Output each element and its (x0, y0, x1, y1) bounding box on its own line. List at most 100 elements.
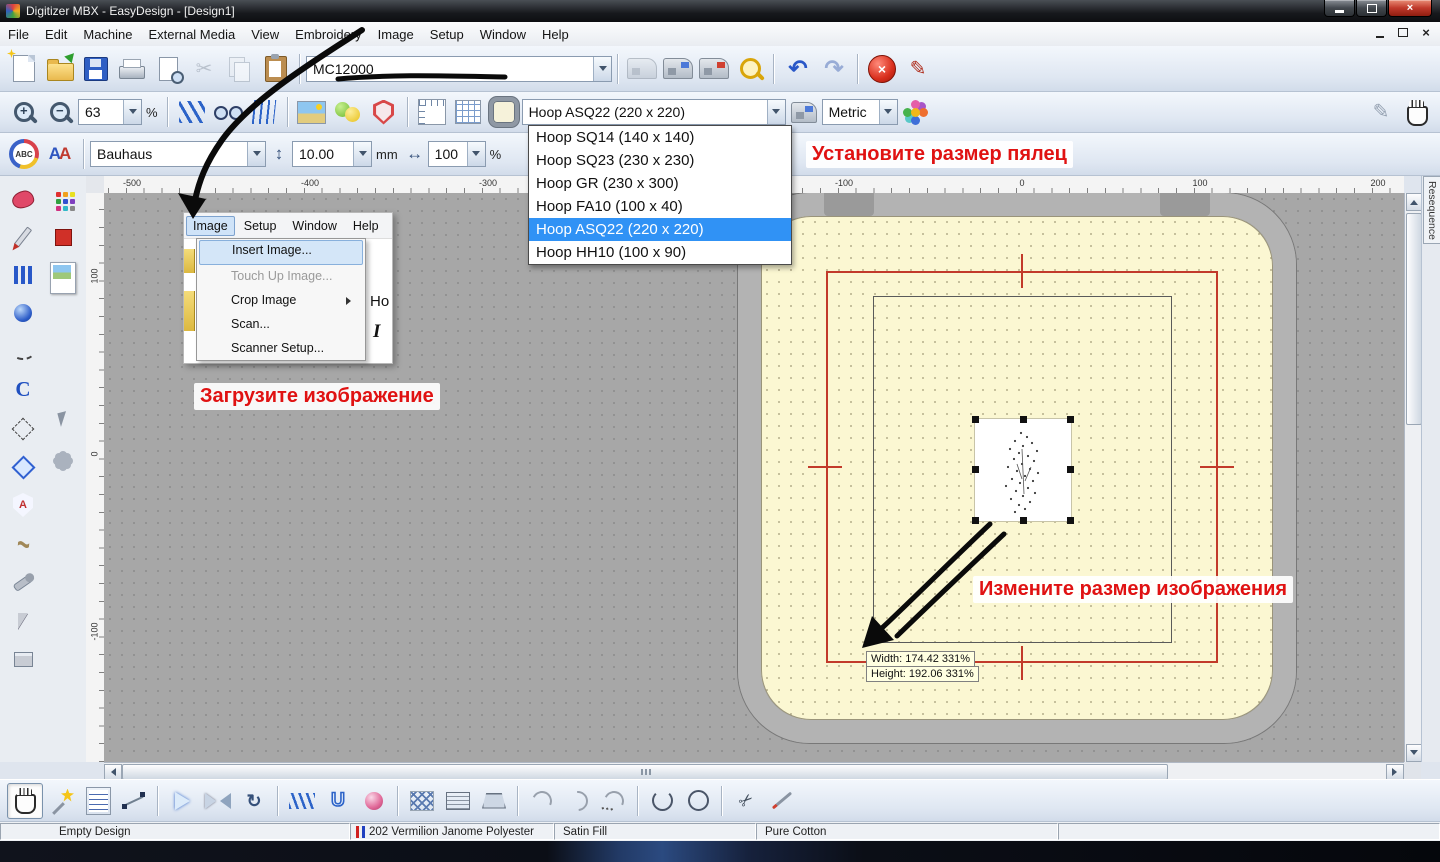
print-preview-icon[interactable] (151, 52, 185, 86)
menu-machine[interactable]: Machine (75, 24, 140, 45)
block-tool-icon[interactable] (6, 642, 40, 676)
mdi-close-button[interactable]: × (1418, 25, 1434, 40)
hoop-toggle-icon[interactable] (487, 95, 521, 129)
resize-handle-ne[interactable] (1067, 416, 1074, 423)
scroll-down-button[interactable] (1406, 744, 1422, 762)
gear-flower-tool-icon[interactable] (46, 444, 80, 478)
menu-embroidery[interactable]: Embroidery (287, 24, 369, 45)
stipple-backstitch-icon[interactable] (561, 784, 595, 818)
grid-toggle-icon[interactable] (451, 95, 485, 129)
hoop-option-gr[interactable]: Hoop GR (230 x 300) (529, 172, 791, 195)
pan-tool-icon[interactable] (7, 783, 43, 819)
lettering-icon[interactable]: A A (43, 137, 77, 171)
menu-setup[interactable]: Setup (422, 24, 472, 45)
letter-height-arrow[interactable] (353, 142, 371, 166)
paste-icon[interactable] (259, 52, 293, 86)
letter-height-combo[interactable]: 10.00 (292, 141, 372, 167)
mdi-minimize-button[interactable] (1372, 25, 1388, 40)
pan-icon[interactable] (1400, 95, 1434, 129)
horizontal-scrollbar[interactable] (104, 762, 1404, 780)
design-centering-icon[interactable] (899, 95, 933, 129)
stipple-stemstitch-icon[interactable] (597, 784, 631, 818)
new-design-icon[interactable] (7, 52, 41, 86)
menu-item-scanner-setup[interactable]: Scanner Setup... (199, 338, 363, 361)
monogramming-icon[interactable]: ABC (7, 137, 41, 171)
ball-object-icon[interactable] (357, 784, 391, 818)
menu-item-touch-up-image[interactable]: Touch Up Image... (199, 266, 363, 289)
hoop-option-hh10[interactable]: Hoop HH10 (100 x 90) (529, 241, 791, 264)
hoop-option-sq23[interactable]: Hoop SQ23 (230 x 230) (529, 149, 791, 172)
overview-window-icon[interactable] (415, 95, 449, 129)
resequence-tab[interactable]: Resequence (1423, 176, 1440, 244)
zoom-out-icon[interactable] (43, 95, 77, 129)
copy-icon[interactable] (223, 52, 257, 86)
design-playback-icon[interactable] (81, 784, 115, 818)
design-information-icon[interactable] (733, 52, 767, 86)
knife-tool-icon[interactable] (6, 604, 40, 638)
resize-handle-e[interactable] (1067, 466, 1074, 473)
menu-image[interactable]: Image (370, 24, 422, 45)
show-artwork-icon[interactable] (295, 95, 329, 129)
trim-icon[interactable]: ✂ (729, 784, 763, 818)
stitch-view-icon[interactable] (211, 95, 245, 129)
color-sequence-tool-icon[interactable] (46, 182, 80, 216)
save-design-icon[interactable] (79, 52, 113, 86)
resize-handle-s[interactable] (1020, 517, 1027, 524)
sphere-tool-icon[interactable] (6, 296, 40, 330)
stitch-player-icon[interactable] (165, 784, 199, 818)
hoop-option-asq22[interactable]: Hoop ASQ22 (220 x 220) (529, 218, 791, 241)
resize-handle-w[interactable] (972, 466, 979, 473)
stipple-run-icon[interactable] (525, 784, 559, 818)
delete-design-icon[interactable]: × (865, 52, 899, 86)
machine-combo[interactable]: MC12000 (306, 56, 612, 82)
minimize-button[interactable] (1324, 0, 1355, 17)
cross-stitch-icon[interactable] (405, 784, 439, 818)
menu-item-crop-image[interactable]: Crop Image (199, 290, 363, 313)
selected-image-object[interactable] (975, 419, 1071, 521)
menu-edit[interactable]: Edit (37, 24, 75, 45)
menu-item-insert-image[interactable]: Insert Image... (199, 240, 363, 265)
popup-menu-help[interactable]: Help (346, 216, 386, 236)
hoop-option-sq14[interactable]: Hoop SQ14 (140 x 140) (529, 126, 791, 149)
closed-shape-tool-icon[interactable] (6, 182, 40, 216)
undo-icon[interactable]: ↶ (781, 52, 815, 86)
mirror-icon[interactable] (201, 784, 235, 818)
cord-tool-icon[interactable]: ~ (6, 528, 40, 562)
open-design-icon[interactable] (43, 52, 77, 86)
resize-handle-nw[interactable] (972, 416, 979, 423)
menu-view[interactable]: View (243, 24, 287, 45)
menu-item-scan[interactable]: Scan... (199, 314, 363, 337)
hoop-combo[interactable]: Hoop ASQ22 (220 x 220) (522, 99, 786, 125)
units-combo[interactable]: Metric (822, 99, 898, 125)
zigzag-stitch-icon[interactable] (285, 784, 319, 818)
gradient-fill-icon[interactable] (477, 784, 511, 818)
zoom-combo-arrow[interactable] (123, 100, 141, 124)
font-combo-arrow[interactable] (247, 142, 265, 166)
slow-redraw-icon[interactable] (175, 95, 209, 129)
write-to-machine-icon[interactable] (625, 52, 659, 86)
menu-help[interactable]: Help (534, 24, 577, 45)
zoom-combo[interactable]: 63 (78, 99, 142, 125)
menu-file[interactable]: File (0, 24, 37, 45)
scroll-up-button[interactable] (1406, 193, 1422, 211)
popup-menu-setup[interactable]: Setup (237, 216, 284, 236)
open-shape-tool-icon[interactable] (6, 220, 40, 254)
satin-column-icon[interactable]: U (321, 784, 355, 818)
close-button[interactable]: × (1388, 0, 1432, 17)
letter-width-arrow[interactable] (467, 142, 485, 166)
magic-wand-icon[interactable] (45, 784, 79, 818)
cut-icon[interactable]: ✂ (187, 52, 221, 86)
arc-object-icon[interactable] (645, 784, 679, 818)
hoop-option-fa10[interactable]: Hoop FA10 (100 x 40) (529, 195, 791, 218)
print-icon[interactable] (115, 52, 149, 86)
rotate-icon[interactable]: ↻ (237, 784, 271, 818)
touchup-pen-icon[interactable]: ✎ (901, 52, 935, 86)
reshape-icon[interactable] (117, 784, 151, 818)
resize-handle-n[interactable] (1020, 416, 1027, 423)
mdi-restore-button[interactable] (1395, 25, 1411, 40)
thread-colors-icon[interactable] (331, 95, 365, 129)
maximize-button[interactable] (1356, 0, 1387, 17)
needle-point-icon[interactable] (765, 784, 799, 818)
fill-color-tool-icon[interactable] (46, 220, 80, 254)
pointer-tool-icon[interactable] (46, 402, 80, 436)
